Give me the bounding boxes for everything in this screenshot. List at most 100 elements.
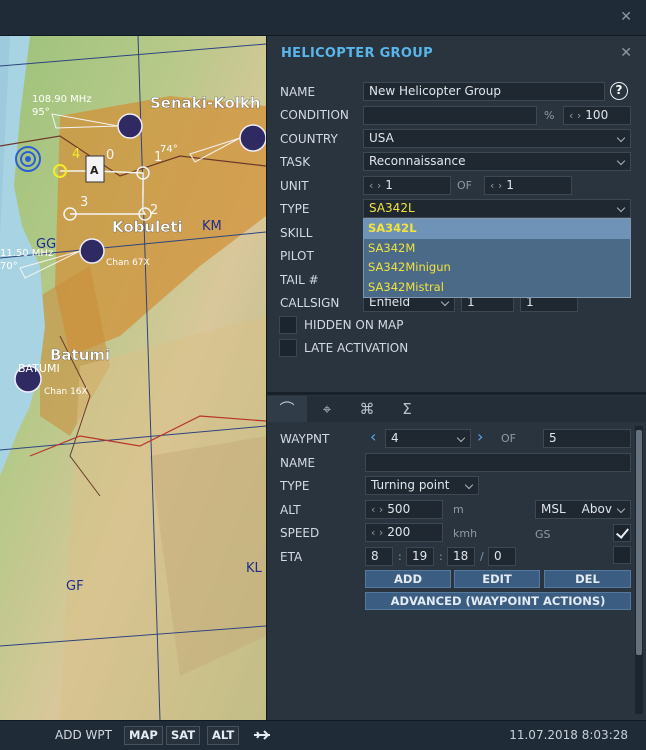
wp-number-2: 2 xyxy=(150,203,158,218)
late-activation-checkbox[interactable] xyxy=(279,339,297,357)
alt-reference-value-2: Abov xyxy=(581,502,612,516)
country-select[interactable]: USA xyxy=(363,129,631,148)
help-icon[interactable]: ? xyxy=(610,82,628,100)
eta-separator: : xyxy=(398,550,402,563)
prev-waypoint-icon[interactable]: ‹ xyxy=(370,427,376,446)
unit-value: 1 xyxy=(385,178,393,192)
eta-days-input[interactable]: 0 xyxy=(488,547,516,566)
wp-number-0: 0 xyxy=(106,148,114,163)
advanced-waypoint-actions-button[interactable]: ADVANCED (WAYPOINT ACTIONS) xyxy=(365,592,631,610)
callsign-label: CALLSIGN xyxy=(280,296,340,310)
altitude-value: 500 xyxy=(387,502,411,516)
panel-close-icon[interactable]: ✕ xyxy=(620,45,632,61)
waypoint-type-select[interactable]: Turning point xyxy=(365,476,479,495)
helicopter-group-panel: HELICOPTER GROUP ✕ NAME New Helicopter G… xyxy=(266,36,646,720)
delete-waypoint-button[interactable]: DEL xyxy=(544,570,631,588)
panel-title: HELICOPTER GROUP xyxy=(281,46,433,61)
stepper-arrows-icon[interactable]: ‹ › xyxy=(369,179,381,192)
unit-of-label: OF xyxy=(457,179,472,192)
freq-label: 108.90 MHz xyxy=(32,94,92,105)
waypoint-name-input[interactable] xyxy=(365,453,631,472)
wp-number-4: 4 xyxy=(72,147,80,162)
name-label: NAME xyxy=(280,85,316,99)
pilot-label: PILOT xyxy=(280,249,314,263)
alt-reference-value: MSL xyxy=(541,502,566,516)
target-icon[interactable]: ⌖ xyxy=(307,396,347,422)
task-label: TASK xyxy=(280,155,311,169)
heading-label: 74° xyxy=(160,144,178,155)
stepper-arrows-icon[interactable]: ‹ › xyxy=(371,503,383,516)
stepper-arrows-icon[interactable]: ‹ › xyxy=(490,179,502,192)
waypoint-tabs: ⌒ ⌖ ⌘ Σ xyxy=(267,396,646,422)
hidden-on-map-label: HIDDEN ON MAP xyxy=(304,318,404,332)
status-bar: ADD WPT MAP SAT ALT 11.07.2018 8:03:28 xyxy=(0,720,646,750)
group-name-input[interactable]: New Helicopter Group xyxy=(363,82,605,101)
type-select[interactable]: SA342L xyxy=(363,199,631,218)
late-activation-label: LATE ACTIVATION xyxy=(304,341,409,355)
eta-separator: / xyxy=(480,550,484,563)
edit-waypoint-button[interactable]: EDIT xyxy=(454,570,540,588)
tacan-label: Chan 16X xyxy=(44,387,88,397)
alt-reference-select[interactable]: MSL Abov xyxy=(535,500,631,519)
hidden-on-map-checkbox[interactable] xyxy=(279,316,297,334)
map-mode-button[interactable]: MAP xyxy=(124,726,163,745)
gs-checkbox[interactable] xyxy=(613,524,631,542)
window-close-icon[interactable]: ✕ xyxy=(620,9,632,25)
map-view[interactable]: A 4 0 1 2 3 Senaki-Kolkh Kobuleti Batumi… xyxy=(0,36,266,720)
grid-label: KL xyxy=(246,561,263,576)
unit-total-stepper[interactable]: ‹ › 1 xyxy=(484,176,572,195)
stepper-arrows-icon[interactable]: ‹ › xyxy=(569,109,581,122)
summary-icon[interactable]: Σ xyxy=(387,396,427,422)
svg-text:A: A xyxy=(90,164,99,177)
grid-label: KM xyxy=(202,219,222,234)
eta-lock-checkbox[interactable] xyxy=(613,546,631,564)
wp-type-label: TYPE xyxy=(280,479,310,493)
grid-label: GF xyxy=(66,579,84,594)
add-waypoint-label[interactable]: ADD WPT xyxy=(55,728,112,742)
top-bar: ✕ xyxy=(0,0,646,36)
unit-total-value: 1 xyxy=(506,178,514,192)
eta-seconds-input[interactable]: 18 xyxy=(447,547,475,566)
condition-percent-value: 100 xyxy=(585,108,609,122)
altitude-stepper[interactable]: ‹ › 500 xyxy=(365,500,443,519)
stepper-arrows-icon[interactable]: ‹ › xyxy=(371,526,383,539)
city-label-senaki: Senaki-Kolkh xyxy=(150,94,261,112)
add-waypoint-button[interactable]: ADD xyxy=(365,570,451,588)
speed-value: 200 xyxy=(387,525,411,539)
condition-input[interactable] xyxy=(363,106,537,125)
wp-number-3: 3 xyxy=(80,195,88,210)
task-select[interactable]: Reconnaissance xyxy=(363,152,631,171)
eta-label: ETA xyxy=(280,550,303,564)
condition-percent-stepper[interactable]: ‹ › 100 xyxy=(563,106,631,125)
scrollbar-thumb[interactable] xyxy=(636,430,642,655)
grid-label: GG xyxy=(36,237,56,252)
gs-label: GS xyxy=(535,528,551,541)
tacan-label: Chan 67X xyxy=(106,258,150,268)
eta-minutes-input[interactable]: 19 xyxy=(406,547,434,566)
eta-hours-input[interactable]: 8 xyxy=(365,547,393,566)
type-option[interactable]: SA342L xyxy=(364,219,630,239)
type-option[interactable]: SA342Minigun xyxy=(364,258,630,278)
speed-stepper[interactable]: ‹ › 200 xyxy=(365,523,443,542)
alt-label: ALT xyxy=(280,503,301,517)
alt-mode-button[interactable]: ALT xyxy=(207,726,240,745)
airport-code-label: BATUMI xyxy=(18,362,60,375)
skill-label: SKILL xyxy=(280,226,313,240)
type-option[interactable]: SA342Mistral xyxy=(364,278,630,298)
waypoint-total-field[interactable]: 5 xyxy=(543,429,631,448)
type-option[interactable]: SA342M xyxy=(364,239,630,259)
divider xyxy=(267,392,646,395)
next-waypoint-icon[interactable]: › xyxy=(477,427,483,446)
unit-stepper[interactable]: ‹ › 1 xyxy=(363,176,451,195)
type-dropdown-list: SA342L SA342M SA342Minigun SA342Mistral xyxy=(363,218,631,298)
triggers-icon[interactable]: ⌘ xyxy=(347,396,387,422)
heading-label: 95° xyxy=(32,107,50,118)
type-label: TYPE xyxy=(280,202,310,216)
panel-scrollbar[interactable] xyxy=(635,426,643,714)
waypoint-select[interactable]: 4 xyxy=(385,429,471,448)
aircraft-icon[interactable] xyxy=(252,727,274,743)
waypoint-of-label: OF xyxy=(501,432,516,445)
unit-label: UNIT xyxy=(280,179,309,193)
route-icon[interactable]: ⌒ xyxy=(267,396,307,422)
sat-mode-button[interactable]: SAT xyxy=(166,726,201,745)
